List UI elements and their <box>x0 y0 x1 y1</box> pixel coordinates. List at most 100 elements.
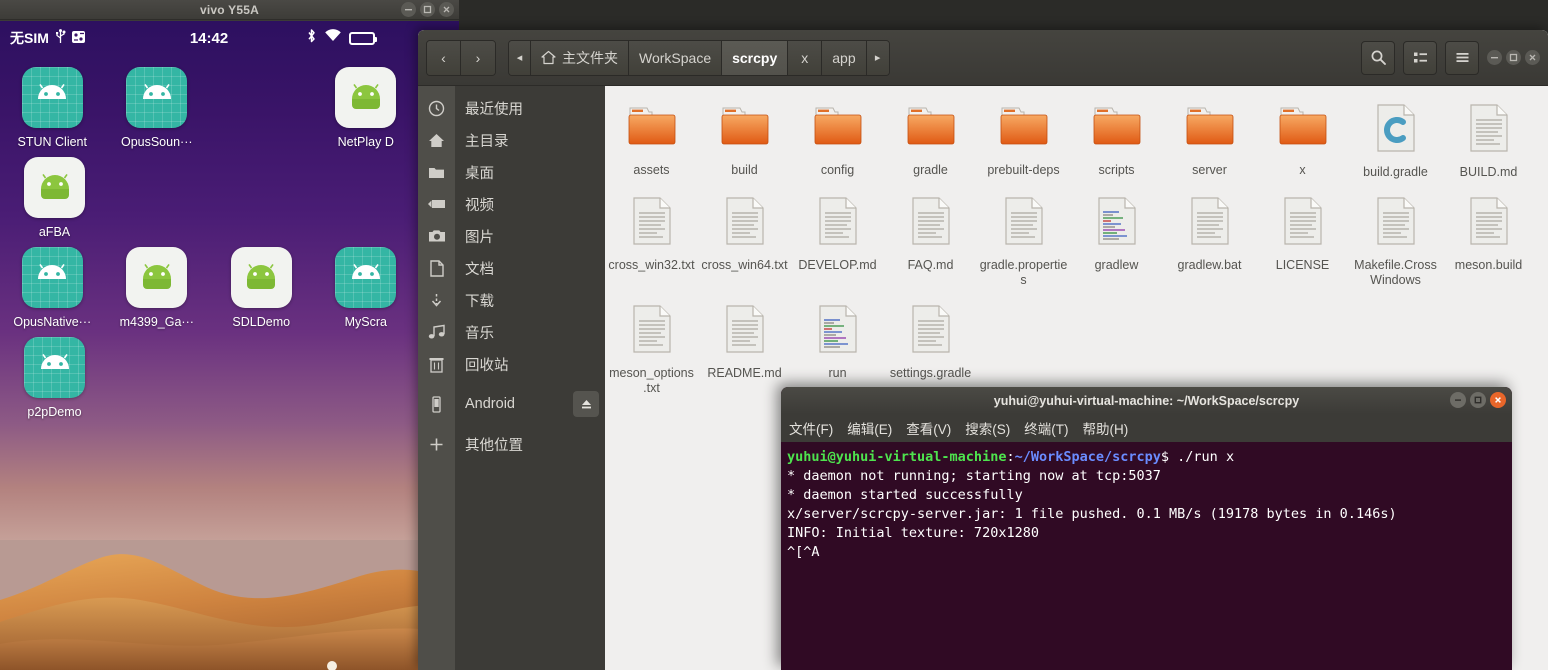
file-item-license[interactable]: LICENSE <box>1256 189 1349 297</box>
terminal-titlebar[interactable]: yuhui@yuhui-virtual-machine: ~/WorkSpace… <box>781 387 1512 414</box>
close-icon[interactable] <box>439 2 454 17</box>
android-robot-icon <box>335 67 397 128</box>
file-item-faq-md[interactable]: FAQ.md <box>884 189 977 297</box>
sidebar-item-home[interactable]: 主目录 <box>455 124 605 156</box>
file-item-prebuilt-deps[interactable]: prebuilt-deps <box>977 96 1070 189</box>
maximize-icon[interactable] <box>1506 50 1521 65</box>
file-item-meson-build[interactable]: meson.build <box>1442 189 1535 297</box>
file-manager-toolbar: ‹ › ◂ 主文件夹 WorkSpace scrcpy x app ▸ <box>418 30 1548 86</box>
search-icon[interactable] <box>1361 40 1395 75</box>
folder-icon <box>1275 102 1331 157</box>
breadcrumb-item-app[interactable]: app <box>822 40 867 75</box>
file-item-build[interactable]: build <box>698 96 791 189</box>
file-item-server[interactable]: server <box>1163 96 1256 189</box>
maximize-icon[interactable] <box>420 2 435 17</box>
menu-item-search[interactable]: 搜索(S) <box>965 418 1010 438</box>
app-item[interactable]: MyScra <box>314 239 419 329</box>
minimize-icon[interactable] <box>1487 50 1502 65</box>
sidebar-item-desktop[interactable]: 桌面 <box>455 156 605 188</box>
trash-icon[interactable] <box>418 348 455 380</box>
sidebar-item-videos[interactable]: 视频 <box>455 188 605 220</box>
file-item-assets[interactable]: assets <box>605 96 698 189</box>
terminal-output[interactable]: yuhui@yuhui-virtual-machine:~/WorkSpace/… <box>781 442 1512 562</box>
prompt-path: ~/WorkSpace/scrcpy <box>1014 449 1161 465</box>
breadcrumb-scroll-right[interactable]: ▸ <box>866 40 889 75</box>
back-button[interactable]: ‹ <box>427 40 461 75</box>
music-icon[interactable] <box>418 316 455 348</box>
sidebar-item-recent[interactable]: 最近使用 <box>455 92 605 124</box>
minimize-icon[interactable] <box>401 2 416 17</box>
plus-icon[interactable] <box>418 428 455 460</box>
sidebar-item-documents[interactable]: 文档 <box>455 252 605 284</box>
clock-icon[interactable] <box>418 92 455 124</box>
file-item-readme-md[interactable]: README.md <box>698 297 791 405</box>
forward-button[interactable]: › <box>461 40 495 75</box>
menu-item-terminal[interactable]: 终端(T) <box>1024 418 1068 438</box>
app-item[interactable]: OpusSoun··· <box>105 59 210 149</box>
menu-item-file[interactable]: 文件(F) <box>789 418 833 438</box>
home-icon <box>541 50 556 65</box>
app-item[interactable]: NetPlay D <box>314 59 419 149</box>
close-icon[interactable] <box>1490 392 1506 408</box>
sidebar-item-downloads[interactable]: 下载 <box>455 284 605 316</box>
sidebar-item-pictures[interactable]: 图片 <box>455 220 605 252</box>
eject-icon[interactable] <box>573 391 599 417</box>
app-row: OpusNative··· m4399_Ga··· SDLDemo MyScra <box>0 239 418 329</box>
sidebar-item-trash[interactable]: 回收站 <box>455 348 605 380</box>
terminal-line: INFO: Initial texture: 720x1280 <box>787 525 1039 541</box>
file-item-gradlew[interactable]: gradlew <box>1070 189 1163 297</box>
folder-icon[interactable] <box>418 156 455 188</box>
file-item-develop-md[interactable]: DEVELOP.md <box>791 189 884 297</box>
file-item-scripts[interactable]: scripts <box>1070 96 1163 189</box>
menu-item-edit[interactable]: 编辑(E) <box>847 418 892 438</box>
file-item-meson-options[interactable]: meson_options.txt <box>605 297 698 405</box>
terminal-command: ./run x <box>1169 449 1235 465</box>
close-icon[interactable] <box>1525 50 1540 65</box>
menu-item-view[interactable]: 查看(V) <box>906 418 951 438</box>
sidebar-item-android[interactable]: Android <box>455 388 605 420</box>
phone-icon[interactable] <box>418 388 455 420</box>
phone-titlebar[interactable]: vivo Y55A <box>0 0 459 20</box>
camera-icon[interactable] <box>418 220 455 252</box>
file-item-build-gradle[interactable]: build.gradle <box>1349 96 1442 189</box>
breadcrumb-item-home[interactable]: 主文件夹 <box>531 40 629 75</box>
phone-app-grid: STUN Client OpusSoun··· NetPlay D aFBA O… <box>0 59 418 419</box>
prompt-separator: : <box>1006 449 1015 465</box>
sidebar-item-other-locations[interactable]: 其他位置 <box>455 428 605 460</box>
terminal-line: * daemon started successfully <box>787 487 1023 503</box>
breadcrumb-item-scrcpy[interactable]: scrcpy <box>722 40 789 75</box>
maximize-icon[interactable] <box>1470 392 1486 408</box>
file-item-gradle-properties[interactable]: gradle.properties <box>977 189 1070 297</box>
sidebar-item-music[interactable]: 音乐 <box>455 316 605 348</box>
file-item-gradlew-bat[interactable]: gradlew.bat <box>1163 189 1256 297</box>
app-item[interactable]: aFBA <box>0 149 109 239</box>
menu-item-help[interactable]: 帮助(H) <box>1083 418 1129 438</box>
file-item-makefile-crosswindows[interactable]: Makefile.CrossWindows <box>1349 189 1442 297</box>
home-icon[interactable] <box>418 124 455 156</box>
file-item-config[interactable]: config <box>791 96 884 189</box>
video-icon[interactable] <box>418 188 455 220</box>
file-item-build-md[interactable]: BUILD.md <box>1442 96 1535 189</box>
file-item-gradle[interactable]: gradle <box>884 96 977 189</box>
android-robot-icon <box>21 67 83 128</box>
breadcrumb-item-workspace[interactable]: WorkSpace <box>629 40 723 75</box>
app-item[interactable]: SDLDemo <box>209 239 314 329</box>
breadcrumb-scroll-left[interactable]: ◂ <box>509 40 531 75</box>
app-label: OpusNative··· <box>13 315 92 329</box>
app-item[interactable]: STUN Client <box>0 59 105 149</box>
app-item[interactable]: p2pDemo <box>0 329 109 419</box>
text-file-icon <box>907 303 955 360</box>
breadcrumb-item-x[interactable]: x <box>788 40 823 75</box>
app-item[interactable]: OpusNative··· <box>0 239 105 329</box>
app-item[interactable]: m4399_Ga··· <box>105 239 210 329</box>
minimize-icon[interactable] <box>1450 392 1466 408</box>
hamburger-menu-icon[interactable] <box>1445 40 1479 75</box>
file-item-cross-win64[interactable]: cross_win64.txt <box>698 189 791 297</box>
phone-screen[interactable]: 无SIM 14:42 STUN Client OpusSoun··· NetPl… <box>0 21 459 670</box>
file-item-cross-win32[interactable]: cross_win32.txt <box>605 189 698 297</box>
sidebar-item-label: Android <box>465 396 515 412</box>
view-list-icon[interactable] <box>1403 40 1437 75</box>
download-icon[interactable] <box>418 284 455 316</box>
file-item-x[interactable]: x <box>1256 96 1349 189</box>
document-icon[interactable] <box>418 252 455 284</box>
